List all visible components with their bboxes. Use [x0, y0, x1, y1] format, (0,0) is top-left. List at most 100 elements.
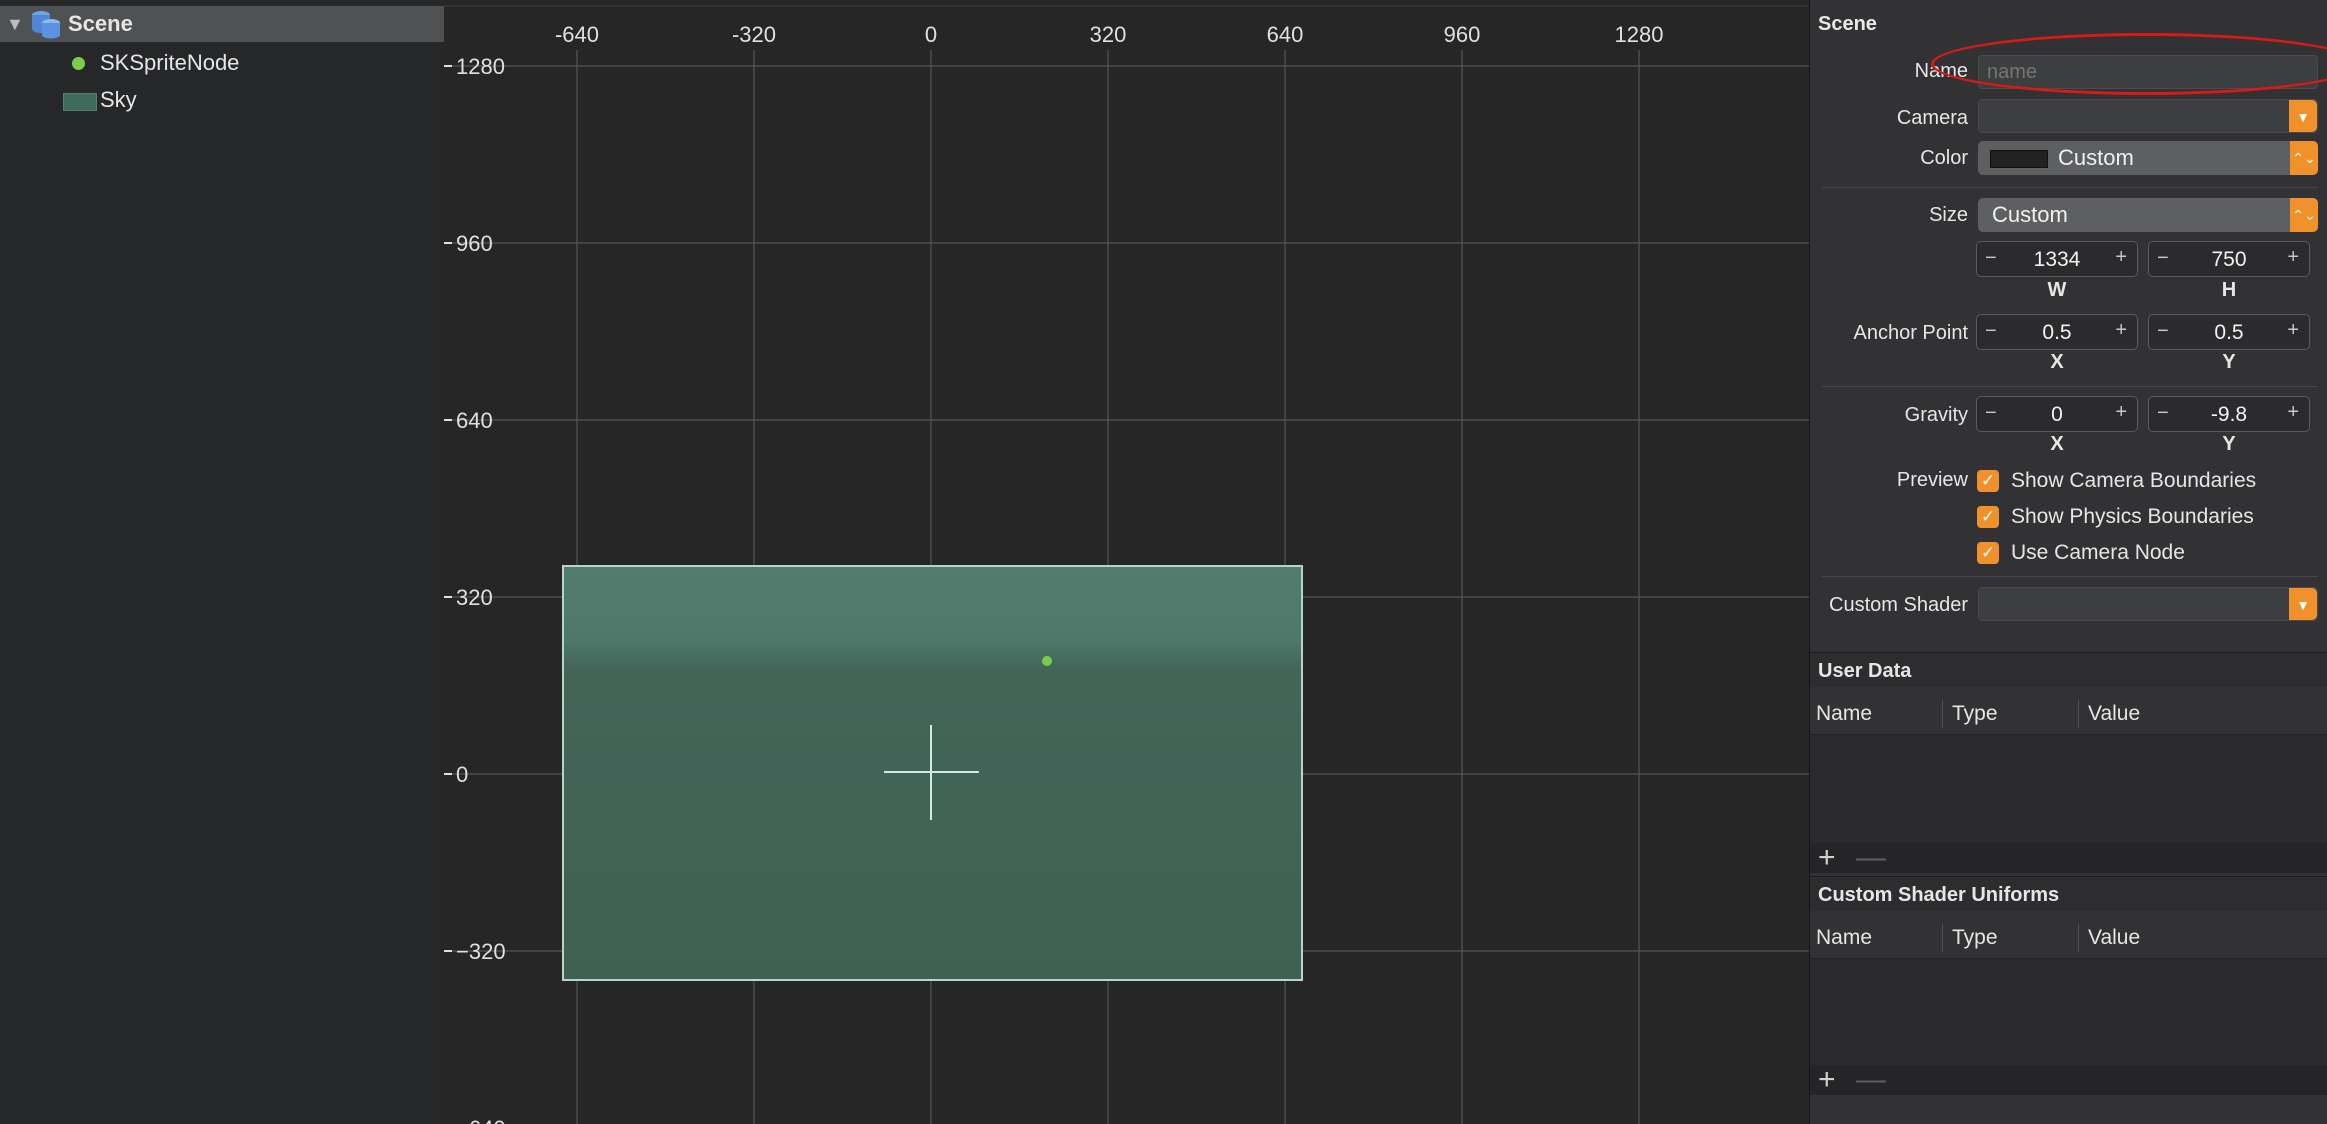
- shader-uniforms-column-header: Name Type Value: [1810, 918, 2327, 959]
- color-label: Color: [1920, 147, 1968, 169]
- column-name[interactable]: Name: [1816, 926, 1872, 950]
- column-divider[interactable]: [1942, 700, 1943, 728]
- color-popup[interactable]: Custom ⌃⌄: [1978, 141, 2318, 175]
- show-camera-boundaries-checkbox[interactable]: ✓ Show Camera Boundaries: [1977, 467, 2256, 495]
- sky-swatch-icon: [63, 93, 97, 111]
- green-dot-icon: [72, 57, 85, 70]
- width-value[interactable]: 1334: [2003, 248, 2111, 272]
- anchor-point-label: Anchor Point: [1853, 322, 1968, 344]
- shader-uniforms-header: Custom Shader Uniforms: [1810, 876, 2327, 911]
- plus-icon[interactable]: +: [2287, 246, 2299, 269]
- minus-icon[interactable]: −: [2157, 247, 2169, 270]
- updown-chevron-icon: ⌃⌄: [2290, 141, 2318, 175]
- gravity-x-value[interactable]: 0: [2003, 403, 2111, 427]
- x-tick-label: -640: [555, 22, 599, 47]
- use-camera-node-checkbox[interactable]: ✓ Use Camera Node: [1977, 539, 2185, 567]
- h-sublabel: H: [2221, 279, 2237, 301]
- gravity-x-stepper[interactable]: − 0 +: [1976, 396, 2138, 432]
- column-divider[interactable]: [2078, 700, 2079, 728]
- checkmark-icon[interactable]: ✓: [1977, 470, 1999, 492]
- outline-item-label: SKSpriteNode: [100, 50, 240, 75]
- anchor-y-value[interactable]: 0.5: [2175, 321, 2283, 345]
- outline-item-label: Scene: [68, 11, 133, 36]
- checkmark-icon[interactable]: ✓: [1977, 542, 1999, 564]
- column-divider[interactable]: [1942, 924, 1943, 952]
- plus-icon[interactable]: +: [2115, 401, 2127, 424]
- minus-icon[interactable]: −: [1985, 402, 1997, 425]
- disclosure-triangle-icon[interactable]: ▼: [6, 14, 24, 35]
- custom-shader-popup[interactable]: ▼: [1978, 587, 2318, 621]
- show-physics-boundaries-checkbox[interactable]: ✓ Show Physics Boundaries: [1977, 503, 2254, 531]
- column-divider[interactable]: [2078, 924, 2079, 952]
- user-data-title: User Data: [1818, 660, 1912, 682]
- checkmark-icon[interactable]: ✓: [1977, 506, 1999, 528]
- user-data-header: User Data: [1810, 652, 2327, 687]
- scene-icon: [32, 11, 60, 39]
- preview-label: Preview: [1896, 469, 1968, 491]
- anchor-y-stepper[interactable]: − 0.5 +: [2148, 314, 2310, 350]
- w-sublabel: W: [2047, 279, 2067, 301]
- minus-icon[interactable]: −: [1985, 320, 1997, 343]
- scene-outline: ▼ Scene SKSpriteNode Sky: [0, 0, 444, 1124]
- shader-uniforms-table[interactable]: [1810, 959, 2327, 1065]
- minus-icon[interactable]: −: [1985, 247, 1997, 270]
- y-tick-label: 320: [456, 585, 493, 610]
- separator: [1822, 187, 2318, 188]
- outline-item-sky[interactable]: Sky: [0, 82, 444, 118]
- y-tick-label: 960: [456, 231, 493, 256]
- x-sublabel: X: [2050, 433, 2064, 455]
- camera-popup[interactable]: ▼: [1978, 99, 2318, 133]
- x-tick-label: 320: [1090, 22, 1127, 47]
- user-data-footer: + —: [1810, 841, 2327, 875]
- column-value[interactable]: Value: [2088, 702, 2140, 726]
- remove-icon[interactable]: —: [1856, 1063, 1886, 1097]
- name-label: Name: [1914, 60, 1968, 82]
- outline-item-scene[interactable]: ▼ Scene: [0, 6, 444, 42]
- height-value[interactable]: 750: [2175, 248, 2283, 272]
- name-field[interactable]: [1978, 55, 2318, 89]
- x-tick-label: 0: [925, 22, 937, 47]
- plus-icon[interactable]: +: [2287, 319, 2299, 342]
- user-data-column-header: Name Type Value: [1810, 694, 2327, 735]
- column-type[interactable]: Type: [1952, 702, 1998, 726]
- inspector-title: Scene: [1818, 13, 1877, 35]
- updown-chevron-icon: ⌃⌄: [2290, 198, 2318, 232]
- gravity-label: Gravity: [1904, 404, 1968, 426]
- gravity-y-stepper[interactable]: − -9.8 +: [2148, 396, 2310, 432]
- chevron-down-icon: ▼: [2289, 588, 2317, 620]
- y-tick-label: 0: [456, 762, 468, 787]
- minus-icon[interactable]: −: [2157, 402, 2169, 425]
- column-name[interactable]: Name: [1816, 702, 1872, 726]
- scene-canvas-svg[interactable]: -640 -320 0 320 640 960 1280 1280 960 640 320 0 −320…: [444, 0, 1809, 1124]
- x-tick-label: 1280: [1615, 22, 1664, 47]
- attributes-inspector: Scene Name Camera ▼ Color Custom ⌃⌄ Size…: [1809, 0, 2327, 1124]
- user-data-table[interactable]: [1810, 735, 2327, 843]
- x-sublabel: X: [2050, 351, 2064, 373]
- minus-icon[interactable]: −: [2157, 320, 2169, 343]
- x-tick-label: 640: [1267, 22, 1304, 47]
- scene-canvas[interactable]: -640 -320 0 320 640 960 1280 1280 960 640 320 0 −320…: [444, 0, 1809, 1124]
- sprite-node-marker[interactable]: [1042, 656, 1052, 666]
- y-tick-label: 1280: [456, 54, 505, 79]
- remove-icon[interactable]: —: [1856, 841, 1886, 875]
- height-stepper[interactable]: − 750 +: [2148, 241, 2310, 277]
- plus-icon[interactable]: +: [2287, 401, 2299, 424]
- size-popup[interactable]: Custom ⌃⌄: [1978, 198, 2318, 232]
- separator: [1822, 576, 2318, 577]
- outline-item-skspritenode[interactable]: SKSpriteNode: [0, 45, 444, 81]
- anchor-x-value[interactable]: 0.5: [2003, 321, 2111, 345]
- y-sublabel: Y: [2222, 351, 2236, 373]
- anchor-x-stepper[interactable]: − 0.5 +: [1976, 314, 2138, 350]
- add-icon[interactable]: +: [1818, 841, 1836, 875]
- custom-shader-label: Custom Shader: [1829, 594, 1968, 616]
- gravity-y-value[interactable]: -9.8: [2175, 403, 2283, 427]
- add-icon[interactable]: +: [1818, 1063, 1836, 1097]
- plus-icon[interactable]: +: [2115, 319, 2127, 342]
- shader-uniforms-title: Custom Shader Uniforms: [1818, 884, 2060, 906]
- width-stepper[interactable]: − 1334 +: [1976, 241, 2138, 277]
- plus-icon[interactable]: +: [2115, 246, 2127, 269]
- x-tick-label: 960: [1444, 22, 1481, 47]
- column-value[interactable]: Value: [2088, 926, 2140, 950]
- column-type[interactable]: Type: [1952, 926, 1998, 950]
- y-tick-label: −640: [456, 1116, 506, 1124]
